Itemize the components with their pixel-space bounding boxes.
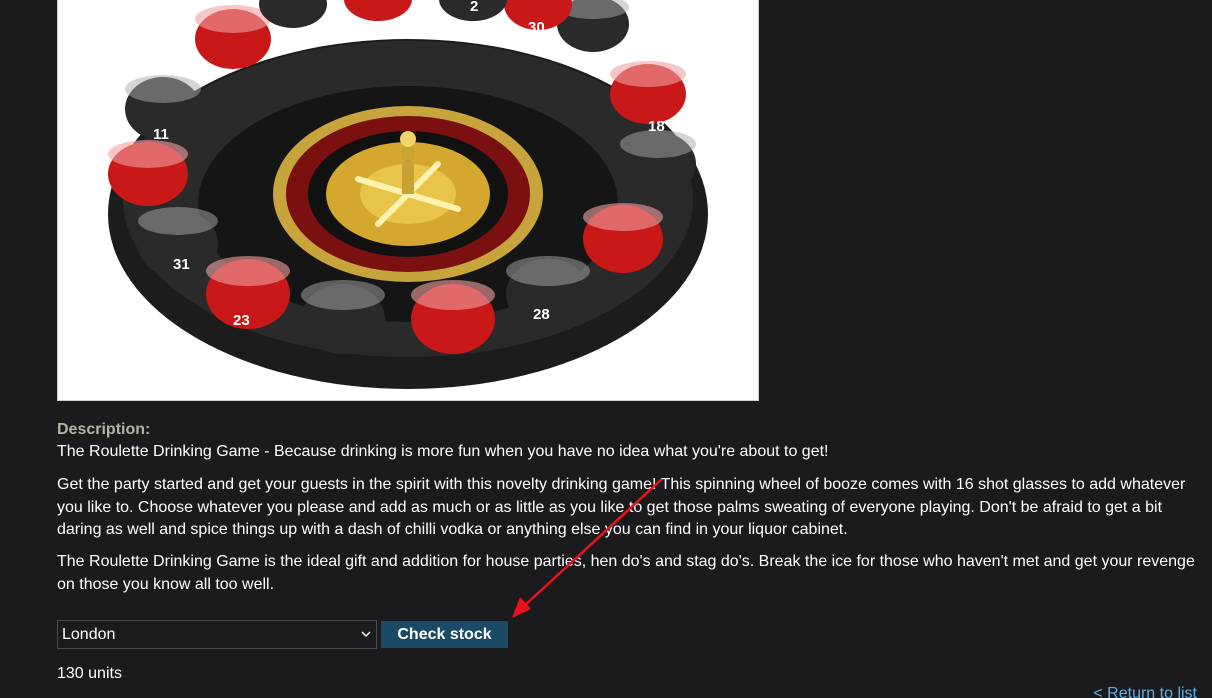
glass-number: 31 — [173, 256, 190, 273]
check-stock-button[interactable]: Check stock — [381, 621, 508, 648]
glass-number: 23 — [233, 312, 250, 329]
description-paragraph: The Roulette Drinking Game - Because dri… — [57, 443, 829, 460]
glass-number: 28 — [533, 306, 550, 323]
description-label: Description: — [57, 421, 151, 438]
description-paragraph: Get the party started and get your guest… — [57, 476, 1186, 538]
chevron-down-icon — [361, 621, 371, 658]
product-image: 3 2 30 18 11 31 23 28 — [57, 0, 759, 401]
return-to-list-link[interactable]: < Return to list — [1093, 685, 1197, 698]
roulette-game-illustration: 3 2 30 18 11 31 23 28 — [58, 0, 758, 400]
store-select-value: London — [62, 626, 116, 643]
glass-number: 2 — [470, 0, 478, 15]
glass-number: 30 — [528, 19, 545, 36]
stock-result: 130 units — [57, 665, 122, 682]
store-select[interactable]: London — [57, 620, 377, 649]
glass-number: 3 — [208, 66, 216, 83]
description-paragraph: The Roulette Drinking Game is the ideal … — [57, 553, 1195, 593]
product-page: 3 2 30 18 11 31 23 28 Description: The R… — [0, 0, 1212, 698]
glass-number: 11 — [153, 126, 169, 143]
glass-number: 18 — [648, 118, 665, 135]
